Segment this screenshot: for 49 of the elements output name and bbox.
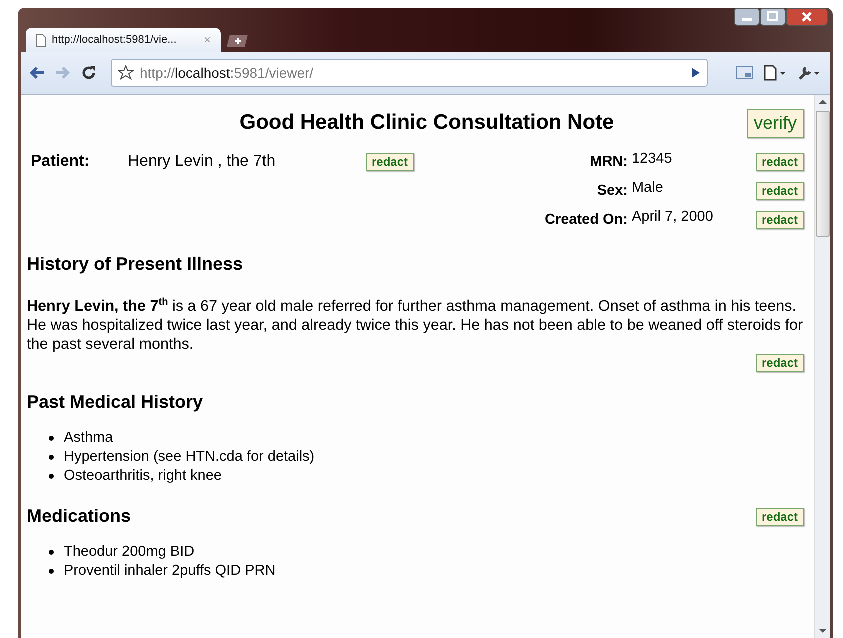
field-label: Created On: [544, 212, 628, 228]
scrollbar-thumb[interactable] [816, 111, 830, 237]
bullet-icon [49, 436, 54, 442]
list-item: Asthma [64, 429, 114, 448]
maximize-icon[interactable] [760, 8, 786, 26]
list-item: Hypertension (see HTN.cda for details) [64, 448, 315, 468]
redact-button[interactable]: redact [756, 152, 804, 170]
bullet-icon [49, 550, 54, 556]
bullet-icon [49, 569, 54, 574]
section-heading: Medications [27, 506, 132, 528]
redact-button[interactable]: redact [756, 182, 804, 200]
redact-button[interactable]: redact [756, 210, 804, 228]
field-value: April 7, 2000 [632, 208, 714, 224]
redact-button[interactable]: redact [366, 153, 414, 171]
redact-button[interactable]: redact [756, 508, 804, 526]
page-icon [36, 34, 46, 46]
field-value: Male [632, 180, 664, 196]
verify-button[interactable]: verify [746, 108, 804, 138]
redact-button[interactable]: redact [756, 354, 804, 372]
bullet-icon [49, 455, 54, 460]
bullet-icon [49, 474, 54, 480]
star-icon[interactable] [118, 65, 134, 81]
list-item: Proventil inhaler 2puffs QID PRN [64, 562, 276, 582]
paragraph: Henry Levin, the 7$^{th}$ is a 67 year old male referred for further asthma management. Onset of asthma in his teens. He was hospitalized twice last year, and already twice this year. He has not been able to be weaned off steroids for the past several months. [27, 296, 804, 354]
play-icon[interactable] [691, 67, 701, 79]
field-value: Henry Levin , the 7th [128, 153, 277, 171]
tab-title: http://localhost:5981/vie... [52, 34, 177, 46]
wrench-icon[interactable] [798, 65, 822, 81]
page-menu-icon[interactable] [764, 65, 788, 81]
scrollbar[interactable] [814, 95, 830, 638]
scroll-up-icon[interactable] [818, 99, 826, 105]
close-icon[interactable] [786, 8, 828, 26]
field-label: MRN: [590, 154, 628, 170]
list-item: Theodur 200mg BID [64, 543, 195, 562]
reload-icon[interactable] [81, 65, 97, 81]
list-item: Osteoarthritis, right knee [64, 467, 222, 486]
document-title: Good Health Clinic Consultation Note [238, 111, 616, 135]
address-field[interactable]: http://localhost:5981/viewer/ [111, 59, 708, 87]
new-tab-icon[interactable] [227, 34, 251, 48]
field-value: 12345 [632, 150, 674, 166]
field-label: Sex: [597, 182, 628, 198]
section-heading: History of Present Illness [27, 254, 244, 275]
scroll-down-icon[interactable] [818, 628, 826, 634]
back-arrow-icon[interactable] [29, 66, 45, 80]
browser-tab[interactable]: http://localhost:5981/vie... × [26, 28, 221, 52]
field-label: Patient: [31, 153, 91, 171]
minimize-icon[interactable] [734, 8, 760, 26]
section-heading: Past Medical History [27, 392, 204, 414]
window-icon[interactable] [736, 66, 754, 80]
